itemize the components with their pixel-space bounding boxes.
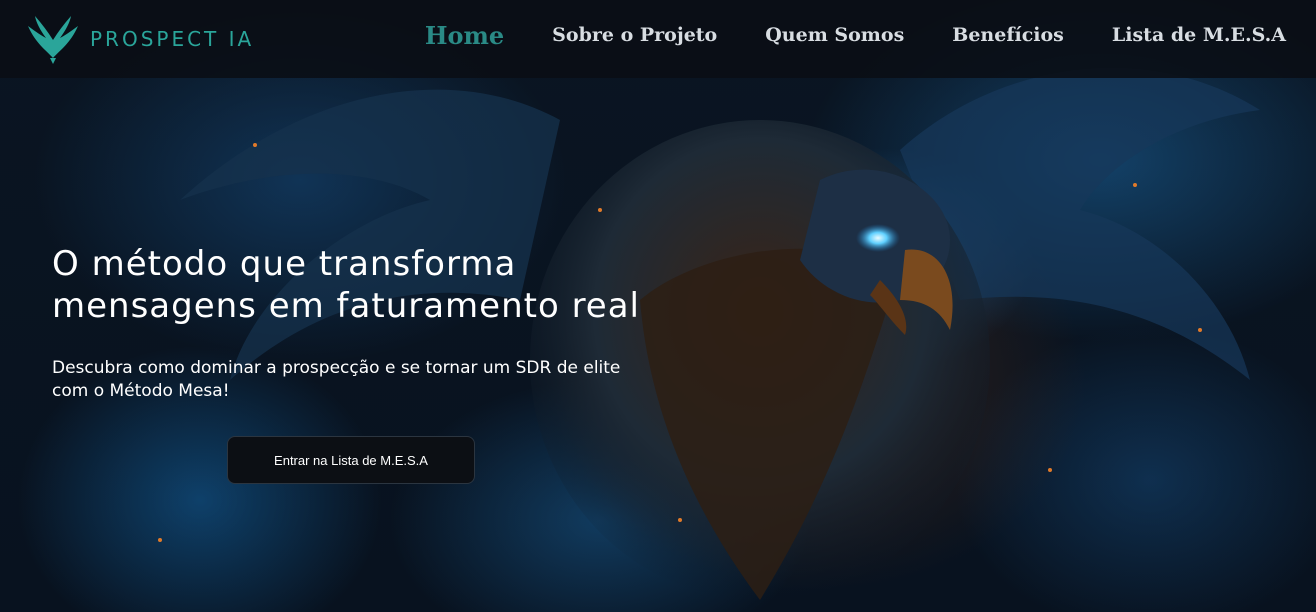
join-list-button[interactable]: Entrar na Lista de M.E.S.A [227,436,475,484]
nav-quem-somos[interactable]: Quem Somos [765,24,904,50]
hero-title: O método que transforma mensagens em fat… [52,244,641,326]
nav-home[interactable]: Home [425,21,504,50]
nav-sobre-o-projeto[interactable]: Sobre o Projeto [552,24,717,50]
nav-beneficios[interactable]: Benefícios [952,24,1064,50]
hero-subtitle: Descubra como dominar a prospecção e se … [52,358,621,401]
nav-lista-de-mesa[interactable]: Lista de M.E.S.A [1112,24,1286,50]
brand-name: PROSPECT IA [90,27,255,51]
phoenix-logo-icon [28,16,78,64]
top-navbar: PROSPECT IA Home Sobre o Projeto Quem So… [0,0,1316,78]
nav-links: Home Sobre o Projeto Quem Somos Benefíci… [377,21,1286,50]
brand[interactable]: PROSPECT IA [26,14,254,64]
